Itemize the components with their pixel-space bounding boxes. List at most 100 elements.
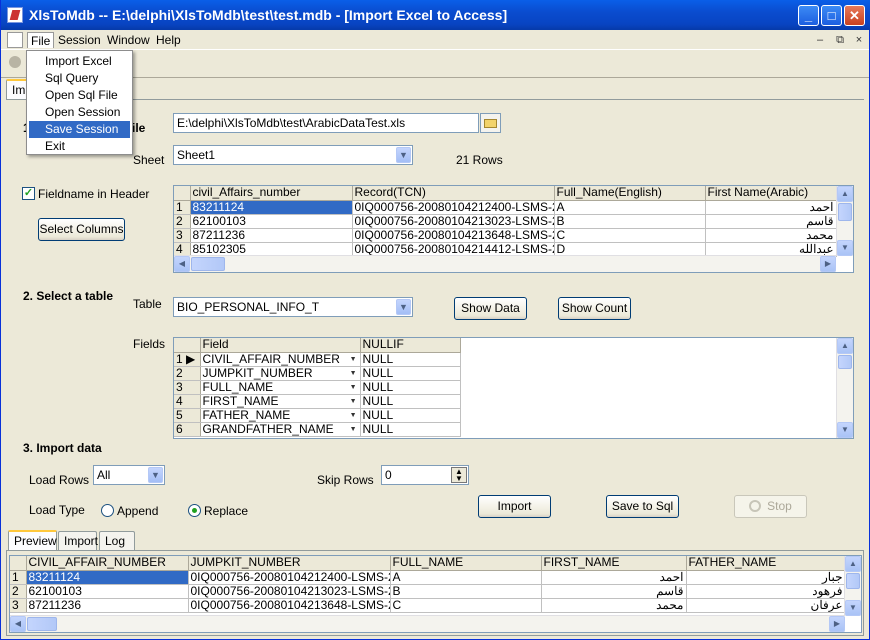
excel-data-grid[interactable]: civil_Affairs_number Record(TCN) Full_Na…: [173, 185, 854, 273]
grid-cell[interactable]: محمد: [705, 228, 837, 243]
mdi-close-icon[interactable]: ×: [852, 33, 866, 47]
grid-cell[interactable]: 83211124: [26, 570, 189, 585]
scroll-left-icon[interactable]: ◀: [10, 616, 26, 632]
stop-button[interactable]: Stop: [734, 495, 807, 518]
spin-stepper-icon[interactable]: ▲ ▼: [451, 467, 467, 483]
scroll-right-icon[interactable]: ▶: [829, 616, 845, 632]
column-header[interactable]: Field: [200, 338, 361, 353]
menu-item-open-session[interactable]: Open Session: [29, 104, 130, 121]
scroll-right-icon[interactable]: ▶: [820, 256, 836, 272]
grid-cell[interactable]: C: [390, 598, 542, 613]
scroll-thumb[interactable]: [191, 257, 225, 271]
scroll-up-icon[interactable]: ▲: [837, 186, 853, 202]
close-button[interactable]: ✕: [844, 5, 865, 26]
column-header[interactable]: Record(TCN): [352, 186, 555, 201]
select-columns-button[interactable]: Select Columns: [38, 218, 125, 241]
field-cell[interactable]: FULL_NAME ▼: [200, 380, 361, 395]
nullif-cell[interactable]: NULL: [360, 394, 461, 409]
save-to-sql-button[interactable]: Save to Sql: [606, 495, 679, 518]
preview-data-grid[interactable]: CIVIL_AFFAIR_NUMBER JUMPKIT_NUMBER FULL_…: [9, 555, 862, 633]
chevron-down-icon[interactable]: ▼: [350, 409, 357, 422]
grid-cell[interactable]: 85102305: [190, 242, 353, 257]
table-row[interactable]: 5 FATHER_NAME ▼ NULL: [174, 408, 461, 423]
grid-cell[interactable]: 87211236: [190, 228, 353, 243]
replace-radio[interactable]: [188, 504, 201, 517]
tab-log[interactable]: Log: [99, 531, 135, 551]
maximize-button[interactable]: □: [821, 5, 842, 26]
grid-cell[interactable]: 83211124: [190, 200, 353, 215]
preview-grid-hscroll[interactable]: ◀ ▶: [10, 615, 845, 632]
menu-item-save-session[interactable]: Save Session: [29, 121, 130, 138]
table-row[interactable]: 3 87211236 0IQ000756-20080104213648-LSMS…: [10, 598, 846, 613]
toolbar-tool-icon[interactable]: [9, 56, 21, 68]
column-header[interactable]: CIVIL_AFFAIR_NUMBER: [26, 556, 189, 571]
grid-cell[interactable]: عبدالله: [705, 242, 837, 257]
grid-cell[interactable]: قاسم: [705, 214, 837, 229]
grid-cell[interactable]: جبار: [686, 570, 846, 585]
column-header[interactable]: Full_Name(English): [554, 186, 706, 201]
scroll-up-icon[interactable]: ▲: [845, 556, 861, 572]
grid-cell[interactable]: 87211236: [26, 598, 189, 613]
table-row[interactable]: 2 62100103 0IQ000756-20080104213023-LSMS…: [10, 584, 846, 599]
mdi-restore-icon[interactable]: ⧉: [833, 33, 847, 47]
scroll-down-icon[interactable]: ▼: [837, 422, 853, 438]
chevron-down-icon[interactable]: ▼: [350, 423, 357, 436]
scroll-up-icon[interactable]: ▲: [837, 338, 853, 354]
grid-cell[interactable]: B: [390, 584, 542, 599]
table-row[interactable]: 4 FIRST_NAME ▼ NULL: [174, 394, 461, 409]
table-row[interactable]: 2 62100103 0IQ000756-20080104213023-LSMS…: [174, 214, 837, 229]
chevron-down-icon[interactable]: ▼: [350, 367, 357, 380]
grid-cell[interactable]: فرهود: [686, 584, 846, 599]
column-header[interactable]: JUMPKIT_NUMBER: [188, 556, 391, 571]
column-header[interactable]: NULLIF: [360, 338, 461, 353]
mdi-minimize-icon[interactable]: –: [813, 33, 827, 47]
table-row[interactable]: 2 JUMPKIT_NUMBER ▼ NULL: [174, 366, 461, 381]
menu-file[interactable]: File: [27, 32, 55, 48]
field-cell[interactable]: CIVIL_AFFAIR_NUMBER ▼: [200, 352, 361, 367]
menu-help[interactable]: Help: [153, 32, 184, 48]
tab-preview[interactable]: Preview: [8, 530, 57, 551]
nullif-cell[interactable]: NULL: [360, 422, 461, 437]
table-row[interactable]: 1 ▶ CIVIL_AFFAIR_NUMBER ▼ NULL: [174, 352, 461, 367]
field-cell[interactable]: JUMPKIT_NUMBER ▼: [200, 366, 361, 381]
grid-cell[interactable]: 0IQ000756-20080104212400-LSMS-2070: [188, 570, 391, 585]
grid-cell[interactable]: 0IQ000756-20080104213023-LSMS-2070: [352, 214, 555, 229]
skip-rows-input[interactable]: 0 ▲ ▼: [381, 465, 469, 485]
chevron-down-icon[interactable]: ▼: [350, 395, 357, 408]
nullif-cell[interactable]: NULL: [360, 380, 461, 395]
child-window-icon[interactable]: [7, 32, 23, 48]
tab-import[interactable]: Import: [58, 531, 98, 551]
table-select[interactable]: BIO_PERSONAL_INFO_T ▼: [173, 297, 413, 317]
grid-cell[interactable]: A: [390, 570, 542, 585]
fieldname-header-checkbox[interactable]: ✓: [22, 187, 35, 200]
table-row[interactable]: 3 FULL_NAME ▼ NULL: [174, 380, 461, 395]
column-header[interactable]: FIRST_NAME: [541, 556, 687, 571]
show-data-button[interactable]: Show Data: [454, 297, 527, 320]
nullif-cell[interactable]: NULL: [360, 408, 461, 423]
excel-grid-hscroll[interactable]: ◀ ▶: [174, 255, 836, 272]
grid-cell[interactable]: B: [554, 214, 706, 229]
column-header[interactable]: First Name(Arabic): [705, 186, 837, 201]
grid-cell[interactable]: C: [554, 228, 706, 243]
column-header[interactable]: civil_Affairs_number: [190, 186, 353, 201]
column-header[interactable]: FATHER_NAME: [686, 556, 846, 571]
scroll-down-icon[interactable]: ▼: [837, 240, 853, 256]
grid-cell[interactable]: 62100103: [26, 584, 189, 599]
excel-file-path-input[interactable]: E:\delphi\XlsToMdb\test\ArabicDataTest.x…: [173, 113, 479, 133]
field-cell[interactable]: FIRST_NAME ▼: [200, 394, 361, 409]
grid-cell[interactable]: 0IQ000756-20080104213023-LSMS-2070: [188, 584, 391, 599]
table-row[interactable]: 1 83211124 0IQ000756-20080104212400-LSMS…: [10, 570, 846, 585]
field-cell[interactable]: FATHER_NAME ▼: [200, 408, 361, 423]
show-count-button[interactable]: Show Count: [558, 297, 631, 320]
menu-item-sql-query[interactable]: Sql Query: [29, 70, 130, 87]
grid-cell[interactable]: 0IQ000756-20080104214412-LSMS-2070: [352, 242, 555, 257]
scroll-thumb[interactable]: [846, 573, 860, 589]
grid-cell[interactable]: عرفان: [686, 598, 846, 613]
grid-cell[interactable]: 0IQ000756-20080104213648-LSMS-2070: [188, 598, 391, 613]
app-icon[interactable]: [7, 7, 23, 23]
scroll-thumb[interactable]: [27, 617, 57, 631]
title-bar[interactable]: XlsToMdb -- E:\delphi\XlsToMdb\test\test…: [1, 0, 870, 30]
scroll-thumb[interactable]: [838, 203, 852, 221]
grid-cell[interactable]: محمد: [541, 598, 687, 613]
load-rows-select[interactable]: All ▼: [93, 465, 165, 485]
